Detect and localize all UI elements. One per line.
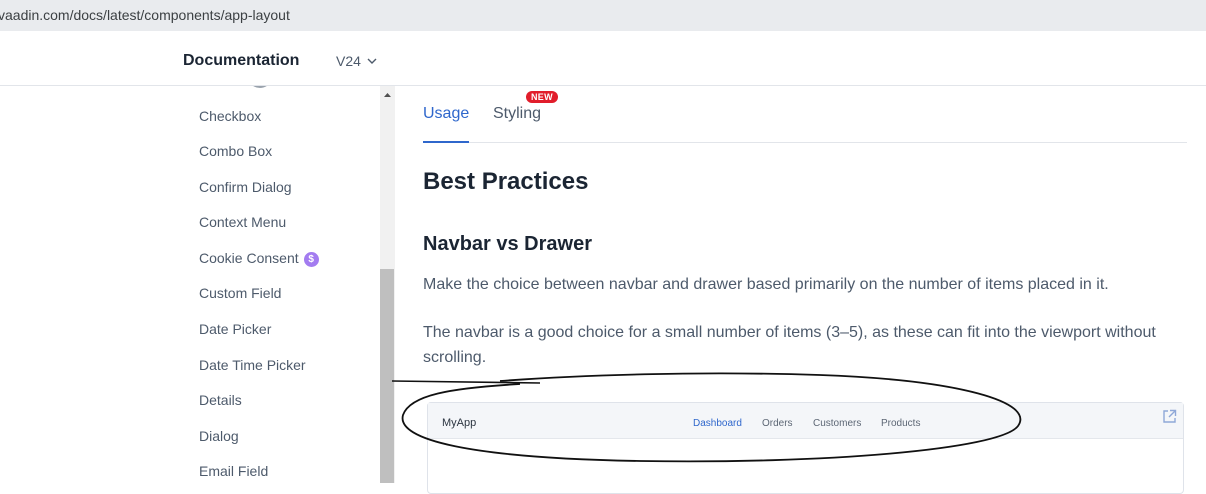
preview-nav-dashboard[interactable]: Dashboard — [693, 418, 742, 429]
preview-navbar: MyApp Dashboard Orders Customers Product… — [428, 403, 1183, 439]
sidebar-nav: Checkbox Combo Box Confirm Dialog Contex… — [0, 86, 380, 483]
preview-nav-products[interactable]: Products — [881, 418, 920, 429]
sidebar-item-custom-field[interactable]: Custom Field — [199, 285, 281, 301]
section-heading: Best Practices — [423, 168, 589, 195]
sidebar-item-confirm-dialog[interactable]: Confirm Dialog — [199, 179, 292, 195]
subsection-heading: Navbar vs Drawer — [423, 233, 592, 255]
sidebar-item-details[interactable]: Details — [199, 392, 242, 408]
docs-title[interactable]: Documentation — [183, 52, 299, 70]
sidebar-scrollbar[interactable] — [380, 86, 395, 483]
scroll-up-arrow-icon[interactable] — [380, 90, 395, 100]
sidebar-item-combo-box[interactable]: Combo Box — [199, 143, 272, 159]
premium-badge: $ — [303, 252, 319, 267]
tab-divider — [423, 142, 1187, 143]
tab-styling[interactable]: Styling — [493, 105, 541, 123]
sidebar-item-label: Cookie Consent — [199, 250, 299, 266]
sidebar-item-checkbox[interactable]: Checkbox — [199, 108, 261, 124]
sidebar-item-dialog[interactable]: Dialog — [199, 428, 239, 444]
example-preview: MyApp Dashboard Orders Customers Product… — [427, 402, 1184, 494]
preview-app-name: MyApp — [442, 417, 477, 429]
active-tab-indicator — [423, 141, 469, 143]
sidebar-item-date-picker[interactable]: Date Picker — [199, 321, 271, 337]
url-text[interactable]: vaadin.com/docs/latest/components/app-la… — [0, 7, 290, 23]
browser-address-bar[interactable]: vaadin.com/docs/latest/components/app-la… — [0, 0, 1206, 32]
sidebar-item-context-menu[interactable]: Context Menu — [199, 214, 286, 230]
sidebar-item-date-time-picker[interactable]: Date Time Picker — [199, 357, 306, 373]
docs-header: Documentation V24 — [0, 31, 1206, 86]
open-external-icon[interactable] — [1162, 409, 1177, 424]
new-badge: NEW — [526, 91, 558, 103]
preview-nav-customers[interactable]: Customers — [813, 418, 861, 429]
scrollbar-thumb[interactable] — [380, 269, 394, 483]
partial-icon — [253, 86, 267, 88]
version-selector[interactable]: V24 — [336, 53, 377, 69]
tab-usage[interactable]: Usage — [423, 105, 469, 123]
sidebar-item-email-field[interactable]: Email Field — [199, 463, 268, 479]
paragraph-2: The navbar is a good choice for a small … — [423, 324, 1156, 366]
version-label: V24 — [336, 53, 361, 69]
chevron-down-icon — [367, 58, 377, 64]
paragraph-1: Make the choice between navbar and drawe… — [423, 276, 1109, 293]
sidebar-item-cookie-consent[interactable]: Cookie Consent $ — [199, 250, 319, 267]
preview-nav-orders[interactable]: Orders — [762, 418, 793, 429]
